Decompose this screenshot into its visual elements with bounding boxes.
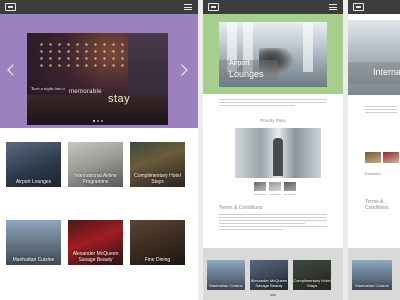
international-title: International (373, 67, 400, 77)
tile-label: Alexander McQueen Savage Beauty (250, 278, 288, 288)
carousel-dot[interactable] (97, 120, 99, 122)
tile-fine-dining[interactable]: Fine Dining (130, 220, 185, 265)
top-bar (348, 0, 400, 14)
section-terms: Terms & Conditions (219, 205, 263, 211)
tile-label: Complimentary Hotel Stays (134, 173, 181, 185)
hamburger-menu-icon[interactable] (184, 4, 192, 10)
thumbnail[interactable] (254, 182, 266, 191)
tile-label: International Airline Programme (74, 173, 117, 185)
home-screen: Turn a night into a memorable stay Airpo… (0, 0, 198, 300)
related-tile[interactable]: Alexander McQueen Savage Beauty (250, 260, 288, 290)
lounge-title-line-2: Lounges (229, 69, 264, 79)
window (303, 22, 313, 72)
thumbnail[interactable] (269, 182, 281, 191)
figure-silhouette (273, 138, 283, 176)
carousel-dot[interactable] (101, 120, 103, 122)
thumbnail-captions (254, 194, 296, 195)
tile-label: Manhattan Cuisine (355, 283, 389, 288)
tile-label: Alexander McQueen Savage Beauty (72, 251, 119, 263)
tile-label: Fine Dining (144, 256, 171, 263)
thumbnail[interactable] (284, 182, 296, 191)
thumbnail[interactable] (383, 152, 399, 163)
top-bar (203, 0, 343, 14)
priority-pass-image (235, 128, 321, 178)
related-tile[interactable]: Manhattan Cuisine (352, 260, 392, 290)
related-tile[interactable]: Complimentary Hotel Stays (293, 260, 331, 290)
tile-label: Airport Lounges (15, 178, 52, 185)
section-terms: Terms & Conditions (365, 199, 389, 211)
international-screen: International Emirates Terms & Condition… (348, 0, 400, 300)
lounge-title-line-1: Airport (229, 60, 250, 67)
tile-label: Manhattan Cuisine (209, 282, 243, 288)
hero-image (27, 33, 168, 125)
tile-label: Manhattan Cuisine (12, 256, 55, 263)
tile-international-airline[interactable]: International Airline Programme (68, 142, 123, 187)
thumbnail[interactable] (365, 152, 381, 163)
thumbnail-caption: Emirates (365, 171, 381, 176)
carousel-dot[interactable] (93, 120, 95, 122)
terms-paragraph (219, 214, 327, 232)
logo-icon[interactable] (353, 3, 364, 11)
hero-caption-big: stay (108, 93, 131, 105)
thumbnail-row (254, 182, 296, 191)
lounges-screen: Airport Lounges Priority Pass Terms & Co… (203, 0, 343, 300)
related-tile[interactable]: Manhattan Cuisine (207, 260, 245, 290)
tile-hotel-stays[interactable]: Complimentary Hotel Stays (130, 142, 185, 187)
hero-caption-mid: memorable (69, 89, 102, 95)
pager-indicator[interactable] (270, 294, 276, 296)
intro-paragraph (365, 106, 397, 115)
hamburger-menu-icon[interactable] (329, 4, 337, 10)
tile-label: Complimentary Hotel Stays (293, 278, 331, 288)
top-bar (0, 0, 198, 14)
carousel-dots (93, 120, 103, 122)
logo-icon[interactable] (5, 3, 16, 11)
hero-caption-small: Turn a night into a (31, 86, 65, 91)
section-priority-pass: Priority Pass (260, 118, 286, 123)
tile-savage-beauty[interactable]: Alexander McQueen Savage Beauty (68, 220, 123, 265)
tile-airport-lounges[interactable]: Airport Lounges (6, 142, 61, 187)
thumbnail-row (365, 152, 399, 163)
logo-icon[interactable] (208, 3, 219, 11)
intro-paragraph (219, 99, 327, 108)
tile-manhattan-cuisine[interactable]: Manhattan Cuisine (6, 220, 61, 265)
